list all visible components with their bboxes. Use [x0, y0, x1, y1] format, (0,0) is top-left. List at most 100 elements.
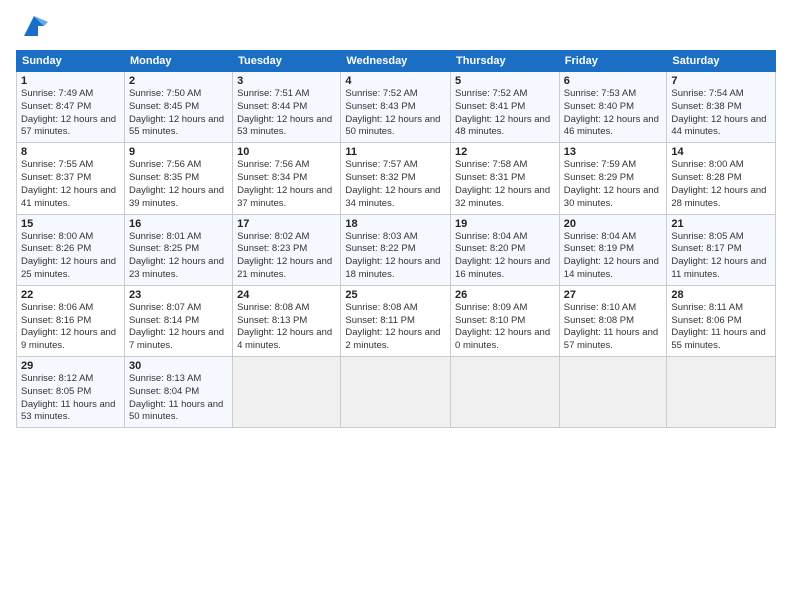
day-info: Sunrise: 8:00 AM Sunset: 8:28 PM Dayligh… — [671, 159, 771, 210]
calendar-cell — [233, 357, 341, 428]
sunrise-text: Sunrise: 7:49 AM — [21, 88, 93, 99]
sunset-text: Sunset: 8:43 PM — [345, 101, 415, 112]
sunset-text: Sunset: 8:34 PM — [237, 172, 307, 183]
calendar-week-row: 22 Sunrise: 8:06 AM Sunset: 8:16 PM Dayl… — [17, 285, 776, 356]
daylight-text: Daylight: 12 hours and 4 minutes. — [237, 327, 332, 351]
day-info: Sunrise: 8:08 AM Sunset: 8:13 PM Dayligh… — [237, 302, 336, 353]
daylight-text: Daylight: 12 hours and 16 minutes. — [455, 256, 550, 280]
day-info: Sunrise: 8:02 AM Sunset: 8:23 PM Dayligh… — [237, 231, 336, 282]
sunset-text: Sunset: 8:35 PM — [129, 172, 199, 183]
daylight-text: Daylight: 12 hours and 41 minutes. — [21, 185, 116, 209]
sunset-text: Sunset: 8:47 PM — [21, 101, 91, 112]
col-header-friday: Friday — [559, 51, 667, 72]
day-info: Sunrise: 8:13 AM Sunset: 8:04 PM Dayligh… — [129, 373, 228, 424]
sunrise-text: Sunrise: 8:11 AM — [671, 302, 743, 313]
daylight-text: Daylight: 12 hours and 57 minutes. — [21, 114, 116, 138]
calendar-week-row: 15 Sunrise: 8:00 AM Sunset: 8:26 PM Dayl… — [17, 214, 776, 285]
calendar-header-row: SundayMondayTuesdayWednesdayThursdayFrid… — [17, 51, 776, 72]
calendar-cell: 6 Sunrise: 7:53 AM Sunset: 8:40 PM Dayli… — [559, 72, 667, 143]
sunset-text: Sunset: 8:45 PM — [129, 101, 199, 112]
sunset-text: Sunset: 8:11 PM — [345, 315, 415, 326]
day-number: 18 — [345, 218, 446, 230]
day-info: Sunrise: 8:04 AM Sunset: 8:20 PM Dayligh… — [455, 231, 555, 282]
daylight-text: Daylight: 11 hours and 50 minutes. — [129, 399, 223, 423]
col-header-sunday: Sunday — [17, 51, 125, 72]
sunset-text: Sunset: 8:14 PM — [129, 315, 199, 326]
calendar-cell: 20 Sunrise: 8:04 AM Sunset: 8:19 PM Dayl… — [559, 214, 667, 285]
day-number: 1 — [21, 75, 120, 87]
daylight-text: Daylight: 12 hours and 2 minutes. — [345, 327, 440, 351]
sunrise-text: Sunrise: 7:52 AM — [455, 88, 527, 99]
day-info: Sunrise: 8:01 AM Sunset: 8:25 PM Dayligh… — [129, 231, 228, 282]
day-number: 30 — [129, 360, 228, 372]
calendar-table: SundayMondayTuesdayWednesdayThursdayFrid… — [16, 50, 776, 428]
day-number: 6 — [564, 75, 663, 87]
sunset-text: Sunset: 8:40 PM — [564, 101, 634, 112]
calendar-cell: 5 Sunrise: 7:52 AM Sunset: 8:41 PM Dayli… — [451, 72, 560, 143]
sunset-text: Sunset: 8:28 PM — [671, 172, 741, 183]
day-number: 11 — [345, 146, 446, 158]
calendar-cell: 12 Sunrise: 7:58 AM Sunset: 8:31 PM Dayl… — [451, 143, 560, 214]
sunset-text: Sunset: 8:04 PM — [129, 386, 199, 397]
calendar-cell: 8 Sunrise: 7:55 AM Sunset: 8:37 PM Dayli… — [17, 143, 125, 214]
day-number: 22 — [21, 289, 120, 301]
col-header-tuesday: Tuesday — [233, 51, 341, 72]
day-info: Sunrise: 7:53 AM Sunset: 8:40 PM Dayligh… — [564, 88, 663, 139]
daylight-text: Daylight: 12 hours and 7 minutes. — [129, 327, 224, 351]
daylight-text: Daylight: 12 hours and 48 minutes. — [455, 114, 550, 138]
sunset-text: Sunset: 8:29 PM — [564, 172, 634, 183]
calendar-cell: 14 Sunrise: 8:00 AM Sunset: 8:28 PM Dayl… — [667, 143, 776, 214]
day-number: 29 — [21, 360, 120, 372]
sunrise-text: Sunrise: 8:00 AM — [21, 231, 93, 242]
sunrise-text: Sunrise: 8:12 AM — [21, 373, 93, 384]
day-info: Sunrise: 7:56 AM Sunset: 8:34 PM Dayligh… — [237, 159, 336, 210]
sunset-text: Sunset: 8:06 PM — [671, 315, 741, 326]
sunrise-text: Sunrise: 8:00 AM — [671, 159, 743, 170]
sunrise-text: Sunrise: 8:02 AM — [237, 231, 309, 242]
sunset-text: Sunset: 8:13 PM — [237, 315, 307, 326]
day-info: Sunrise: 8:12 AM Sunset: 8:05 PM Dayligh… — [21, 373, 120, 424]
day-number: 20 — [564, 218, 663, 230]
calendar-cell: 9 Sunrise: 7:56 AM Sunset: 8:35 PM Dayli… — [124, 143, 232, 214]
day-info: Sunrise: 7:57 AM Sunset: 8:32 PM Dayligh… — [345, 159, 446, 210]
logo-icon — [20, 12, 48, 40]
calendar-cell: 2 Sunrise: 7:50 AM Sunset: 8:45 PM Dayli… — [124, 72, 232, 143]
sunset-text: Sunset: 8:05 PM — [21, 386, 91, 397]
sunrise-text: Sunrise: 8:08 AM — [237, 302, 309, 313]
col-header-wednesday: Wednesday — [341, 51, 451, 72]
calendar-cell: 11 Sunrise: 7:57 AM Sunset: 8:32 PM Dayl… — [341, 143, 451, 214]
sunrise-text: Sunrise: 8:04 AM — [455, 231, 527, 242]
day-number: 26 — [455, 289, 555, 301]
calendar-cell: 16 Sunrise: 8:01 AM Sunset: 8:25 PM Dayl… — [124, 214, 232, 285]
calendar-cell: 25 Sunrise: 8:08 AM Sunset: 8:11 PM Dayl… — [341, 285, 451, 356]
sunrise-text: Sunrise: 7:54 AM — [671, 88, 743, 99]
daylight-text: Daylight: 12 hours and 46 minutes. — [564, 114, 659, 138]
sunrise-text: Sunrise: 7:56 AM — [237, 159, 309, 170]
day-number: 4 — [345, 75, 446, 87]
sunrise-text: Sunrise: 8:13 AM — [129, 373, 201, 384]
calendar-cell — [451, 357, 560, 428]
calendar-cell — [667, 357, 776, 428]
sunrise-text: Sunrise: 8:08 AM — [345, 302, 417, 313]
calendar-cell: 26 Sunrise: 8:09 AM Sunset: 8:10 PM Dayl… — [451, 285, 560, 356]
sunrise-text: Sunrise: 8:03 AM — [345, 231, 417, 242]
sunrise-text: Sunrise: 7:58 AM — [455, 159, 527, 170]
day-info: Sunrise: 7:55 AM Sunset: 8:37 PM Dayligh… — [21, 159, 120, 210]
day-info: Sunrise: 8:10 AM Sunset: 8:08 PM Dayligh… — [564, 302, 663, 353]
sunset-text: Sunset: 8:41 PM — [455, 101, 525, 112]
daylight-text: Daylight: 12 hours and 37 minutes. — [237, 185, 332, 209]
day-number: 24 — [237, 289, 336, 301]
day-info: Sunrise: 7:52 AM Sunset: 8:41 PM Dayligh… — [455, 88, 555, 139]
daylight-text: Daylight: 12 hours and 21 minutes. — [237, 256, 332, 280]
day-number: 25 — [345, 289, 446, 301]
day-number: 10 — [237, 146, 336, 158]
calendar-cell: 13 Sunrise: 7:59 AM Sunset: 8:29 PM Dayl… — [559, 143, 667, 214]
sunrise-text: Sunrise: 7:59 AM — [564, 159, 636, 170]
calendar-cell: 17 Sunrise: 8:02 AM Sunset: 8:23 PM Dayl… — [233, 214, 341, 285]
sunrise-text: Sunrise: 7:56 AM — [129, 159, 201, 170]
day-info: Sunrise: 8:09 AM Sunset: 8:10 PM Dayligh… — [455, 302, 555, 353]
sunrise-text: Sunrise: 7:55 AM — [21, 159, 93, 170]
day-info: Sunrise: 7:52 AM Sunset: 8:43 PM Dayligh… — [345, 88, 446, 139]
day-number: 3 — [237, 75, 336, 87]
day-info: Sunrise: 7:56 AM Sunset: 8:35 PM Dayligh… — [129, 159, 228, 210]
